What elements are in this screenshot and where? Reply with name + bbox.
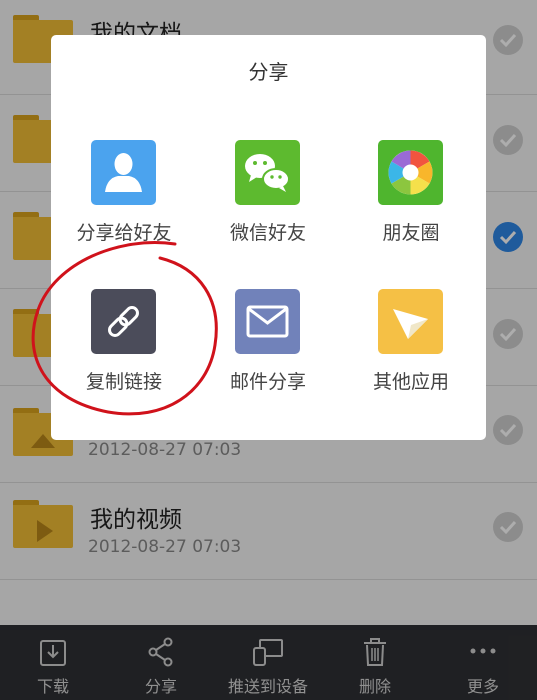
moments-icon [378,140,443,205]
other-apps-label: 其他应用 [372,371,449,393]
dialog-title: 分享 [248,60,289,84]
other-apps-button[interactable]: 其他应用 [341,289,481,409]
mail-share-label: 邮件分享 [229,371,306,393]
wechat-icon [235,140,300,205]
link-icon [91,289,156,354]
paper-plane-icon [378,289,443,354]
share-to-friend-button[interactable]: 分享给好友 [54,140,194,260]
copy-link-label: 复制链接 [85,371,162,393]
moments-button[interactable]: 朋友圈 [341,140,481,260]
copy-link-button[interactable]: 复制链接 [54,289,194,409]
share-to-friend-label: 分享给好友 [76,222,172,244]
contact-icon [91,140,156,205]
wechat-friend-button[interactable]: 微信好友 [198,140,338,260]
mail-share-button[interactable]: 邮件分享 [198,289,338,409]
share-dialog: 分享 分享给好友 微信好友 朋友圈 复制链接 邮件分享 其他应用 [51,35,486,440]
moments-label: 朋友圈 [382,222,440,244]
wechat-friend-label: 微信好友 [229,222,306,244]
mail-icon [235,289,300,354]
